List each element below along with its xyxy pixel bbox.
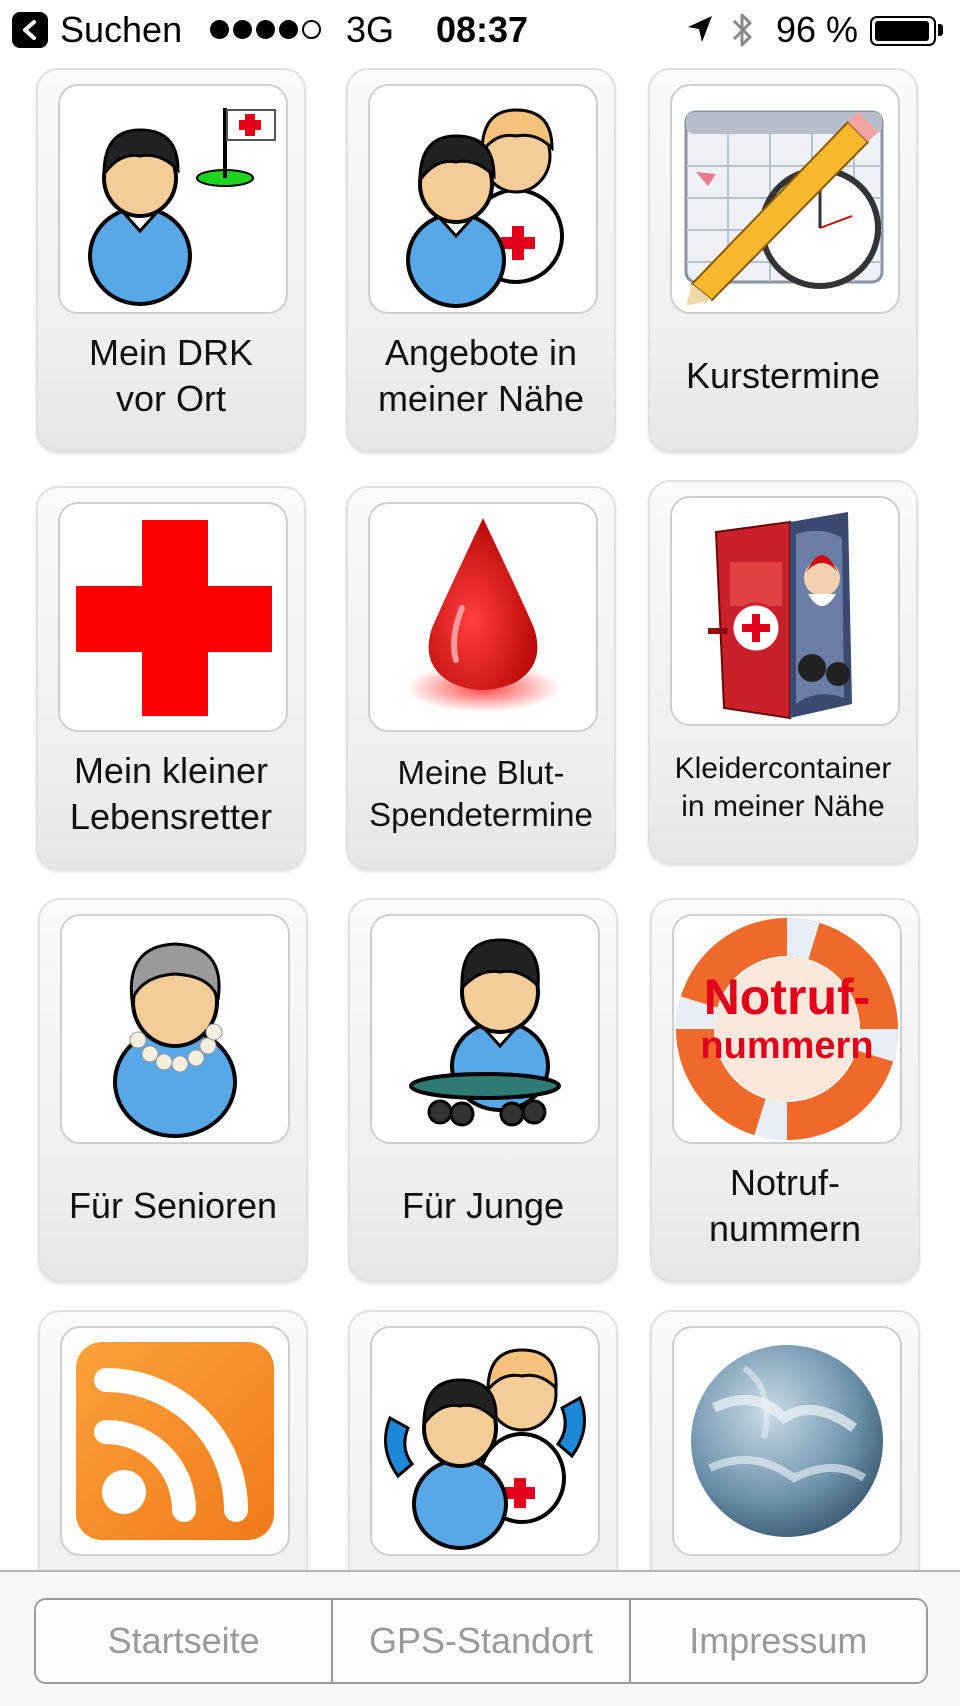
signal-dot <box>233 20 252 39</box>
clock: 08:37 <box>436 9 529 50</box>
lifebuoy-text-2: nummern <box>700 1025 873 1067</box>
signal-strength-icon <box>210 20 321 39</box>
tile-notrufnummern[interactable]: Notruf- nummern Notruf- nummern <box>650 898 920 1282</box>
tile-label <box>350 1558 616 1570</box>
globe-icon <box>672 1326 902 1556</box>
back-app-label[interactable]: Suchen <box>60 8 182 52</box>
tile-mein-drk[interactable]: Mein DRK vor Ort <box>36 68 306 452</box>
tile-label: Mein DRK vor Ort <box>88 332 254 419</box>
nav-startseite-button[interactable]: Startseite <box>36 1600 334 1682</box>
red-cross-icon <box>58 502 288 732</box>
bottom-navigation-bar: Startseite GPS-Standort Impressum <box>0 1570 960 1706</box>
bluetooth-icon <box>730 10 756 55</box>
tile-label <box>652 1558 918 1570</box>
tile-kurstermine[interactable]: Kurstermine <box>648 68 918 452</box>
segmented-control: Startseite GPS-Standort Impressum <box>34 1598 928 1684</box>
location-arrow-icon <box>686 14 714 49</box>
tile-junge[interactable]: Für Junge <box>348 898 618 1282</box>
tile-label: Kleidercontainer in meiner Nähe <box>674 752 892 823</box>
clothing-container-icon <box>670 496 900 726</box>
persons-phone-icon <box>370 1326 600 1556</box>
tile-label: Angebote in meiner Nähe <box>377 332 585 419</box>
rss-feed-icon <box>60 1326 290 1556</box>
tile-label: Kurstermine <box>685 355 881 396</box>
battery-nub <box>938 24 943 36</box>
tile-label <box>40 1558 306 1570</box>
tile-kleidercontainer[interactable]: Kleidercontainer in meiner Nähe <box>648 480 918 864</box>
signal-dot <box>279 20 298 39</box>
tile-kontakt[interactable] <box>348 1310 618 1570</box>
tile-label: Notruf- nummern <box>708 1162 862 1249</box>
senior-person-icon <box>60 914 290 1144</box>
tile-label: Für Senioren <box>68 1185 278 1226</box>
tile-welt[interactable] <box>650 1310 920 1570</box>
tile-label: Für Junge <box>401 1185 565 1226</box>
menu-grid: Mein DRK vor Ort Angebote in meiner Nähe <box>0 62 960 1570</box>
lifebuoy-icon: Notruf- nummern <box>672 914 902 1144</box>
tile-label: Meine Blut- Spendetermine <box>369 754 593 833</box>
person-with-flag-icon <box>58 84 288 314</box>
back-arrow-icon[interactable] <box>12 12 48 48</box>
nav-impressum-button[interactable]: Impressum <box>630 1600 926 1682</box>
lifebuoy-text-1: Notruf- <box>704 969 871 1025</box>
signal-dot <box>210 20 229 39</box>
tile-label: Mein kleiner Lebensretter <box>69 750 273 837</box>
tile-senioren[interactable]: Für Senioren <box>38 898 308 1282</box>
calendar-clock-pencil-icon <box>670 84 900 314</box>
signal-dot <box>256 20 275 39</box>
signal-dot <box>302 20 321 39</box>
battery-percent: 96 % <box>776 9 859 50</box>
person-skateboard-icon <box>370 914 600 1144</box>
tile-lebensretter[interactable]: Mein kleiner Lebensretter <box>36 486 306 870</box>
blood-drop-icon <box>368 502 598 732</box>
tile-rss[interactable] <box>38 1310 308 1570</box>
battery-icon <box>870 16 936 46</box>
tile-angebote[interactable]: Angebote in meiner Nähe <box>346 68 616 452</box>
nav-gps-standort-button[interactable]: GPS-Standort <box>333 1600 631 1682</box>
status-bar: Suchen 3G 08:37 96 % <box>0 0 960 62</box>
two-persons-red-cross-icon <box>368 84 598 314</box>
tile-blutspende[interactable]: Meine Blut- Spendetermine <box>346 486 616 870</box>
network-type: 3G <box>346 9 395 50</box>
